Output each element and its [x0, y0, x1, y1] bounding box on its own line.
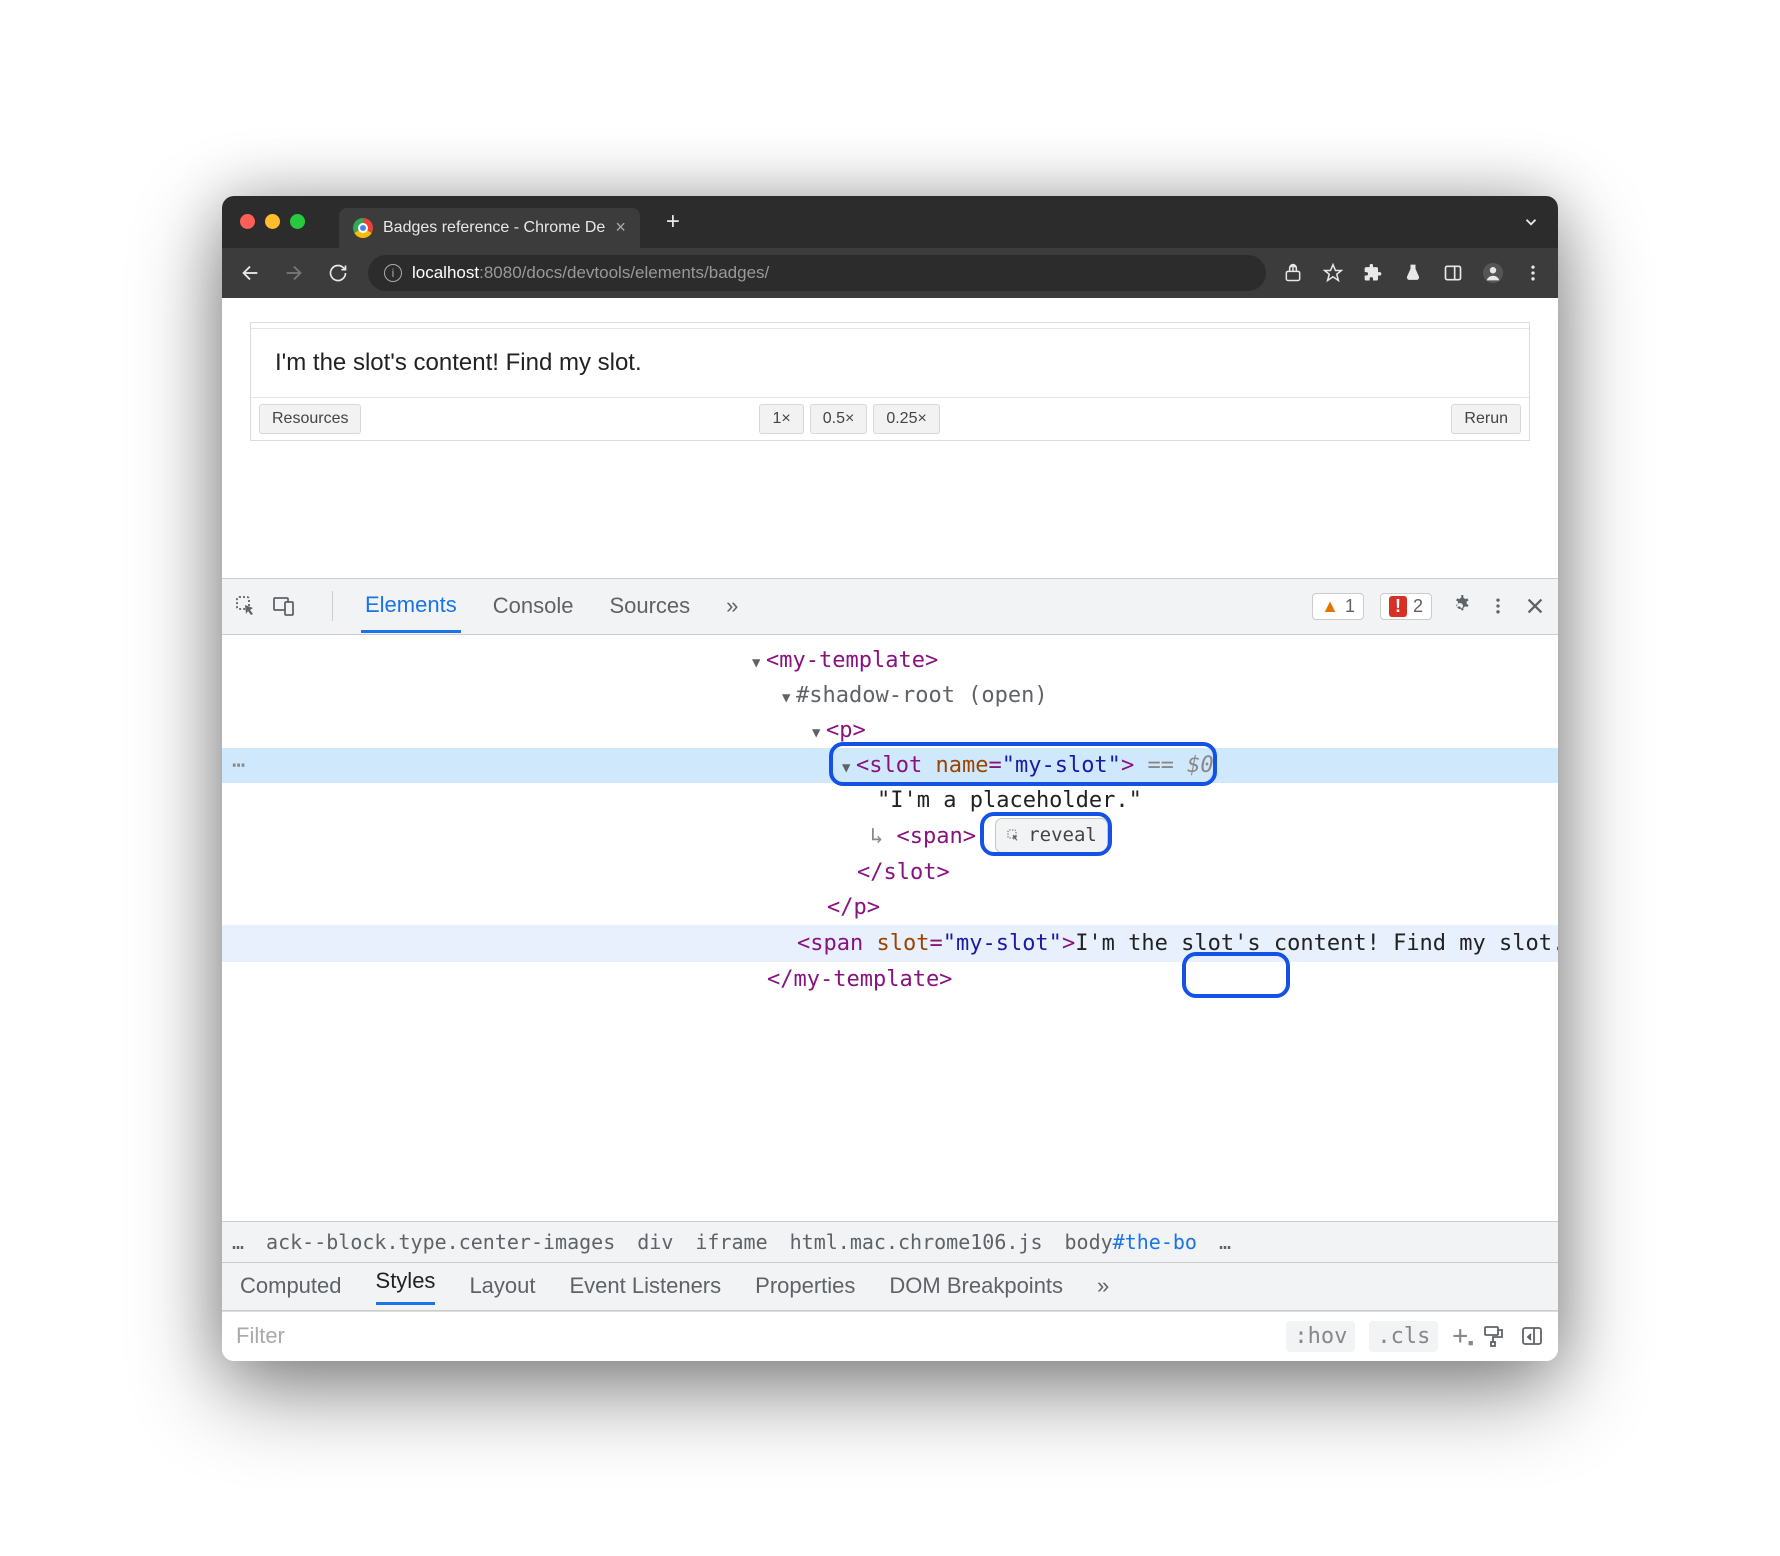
maximize-window-button[interactable] [290, 214, 305, 229]
share-icon[interactable] [1282, 262, 1304, 284]
tab-sources[interactable]: Sources [605, 581, 694, 631]
highlight-ring-reveal [980, 812, 1112, 856]
new-style-rule-button[interactable]: +▪ [1452, 1321, 1468, 1351]
separator [332, 591, 333, 621]
page-body-text: I'm the slot's content! Find my slot. [251, 329, 1529, 397]
url-path: /docs/devtools/elements/badges/ [522, 263, 770, 282]
styles-filter-input[interactable]: Filter [236, 1323, 1270, 1349]
browser-window: Badges reference - Chrome De × + i local… [222, 196, 1558, 1361]
resources-button[interactable]: Resources [259, 404, 361, 434]
url-host: localhost [412, 263, 479, 282]
more-options-icon[interactable] [1488, 596, 1508, 616]
page-viewport: I'm the slot's content! Find my slot. Re… [222, 298, 1558, 578]
bc-item-3[interactable]: iframe [695, 1230, 767, 1254]
tabs-menu-icon[interactable] [1522, 213, 1540, 231]
device-toggle-icon[interactable] [272, 594, 296, 618]
url-port: :8080 [479, 263, 522, 282]
styles-tabs: Computed Styles Layout Event Listeners P… [222, 1263, 1558, 1311]
hov-toggle[interactable]: :hov [1286, 1321, 1355, 1352]
tab-elements[interactable]: Elements [361, 580, 461, 633]
settings-icon[interactable] [1448, 594, 1472, 618]
tab-event-listeners[interactable]: Event Listeners [570, 1273, 722, 1299]
warnings-badge[interactable]: ▲1 [1312, 593, 1364, 620]
dom-my-template-open[interactable]: <my-template> [766, 648, 938, 673]
tab-styles[interactable]: Styles [376, 1268, 436, 1305]
paint-icon[interactable] [1482, 1324, 1506, 1348]
styles-filter-row: Filter :hov .cls +▪ [222, 1311, 1558, 1361]
close-devtools-icon[interactable] [1524, 595, 1546, 617]
dom-my-template-close[interactable]: </my-template> [767, 967, 952, 992]
zoom-05x[interactable]: 0.5× [810, 404, 868, 434]
chrome-icon [353, 218, 373, 238]
dom-breadcrumb[interactable]: … ack--block.type.center-images div ifra… [222, 1221, 1558, 1263]
new-tab-button[interactable]: + [666, 208, 680, 236]
bc-right-overflow[interactable]: … [1219, 1230, 1231, 1254]
zoom-1x[interactable]: 1× [759, 404, 803, 434]
rerun-button[interactable]: Rerun [1451, 404, 1521, 434]
cls-toggle[interactable]: .cls [1369, 1321, 1438, 1352]
tab-computed[interactable]: Computed [240, 1273, 342, 1299]
bc-item-4[interactable]: html.mac.chrome106.js [790, 1230, 1043, 1254]
collapsed-ancestors-icon[interactable]: ⋯ [232, 748, 245, 783]
zoom-025x[interactable]: 0.25× [873, 404, 939, 434]
bc-left-overflow[interactable]: … [232, 1230, 244, 1254]
dom-shadow-root[interactable]: #shadow-root (open) [796, 683, 1048, 708]
styles-tabs-overflow[interactable]: » [1097, 1273, 1109, 1299]
profile-icon[interactable] [1482, 262, 1504, 284]
tab-layout[interactable]: Layout [469, 1273, 535, 1299]
devtools-panel: Elements Console Sources » ▲1 !2 ▼<my-te… [222, 578, 1558, 1361]
bc-item-5: body#the-bo [1065, 1230, 1197, 1254]
dom-placeholder-text[interactable]: "I'm a placeholder." [877, 788, 1142, 813]
highlight-ring-slot-open [829, 742, 1217, 786]
tab-dom-breakpoints[interactable]: DOM Breakpoints [889, 1273, 1063, 1299]
forward-button[interactable] [280, 259, 308, 287]
dom-p-close[interactable]: </p> [827, 895, 880, 920]
extensions-icon[interactable] [1362, 262, 1384, 284]
toolbar-icons [1282, 262, 1544, 284]
minimize-window-button[interactable] [265, 214, 280, 229]
back-button[interactable] [236, 259, 264, 287]
panel-icon[interactable] [1442, 262, 1464, 284]
page-content: I'm the slot's content! Find my slot. Re… [250, 322, 1530, 441]
address-bar: i localhost:8080/docs/devtools/elements/… [222, 248, 1558, 298]
reload-button[interactable] [324, 259, 352, 287]
highlight-ring-slot-badge [1182, 952, 1290, 998]
tabs-overflow[interactable]: » [722, 581, 742, 631]
toggle-sidebar-icon[interactable] [1520, 1324, 1544, 1348]
menu-icon[interactable] [1522, 262, 1544, 284]
url-input[interactable]: i localhost:8080/docs/devtools/elements/… [368, 255, 1266, 291]
dom-p-open[interactable]: <p> [826, 718, 866, 743]
bookmark-icon[interactable] [1322, 262, 1344, 284]
close-tab-icon[interactable]: × [615, 217, 626, 238]
page-footer: Resources 1× 0.5× 0.25× Rerun [251, 397, 1529, 440]
close-window-button[interactable] [240, 214, 255, 229]
site-info-icon[interactable]: i [384, 264, 402, 282]
tab-title: Badges reference - Chrome De [383, 219, 605, 237]
tab-properties[interactable]: Properties [755, 1273, 855, 1299]
devtools-tabs: Elements Console Sources » ▲1 !2 [222, 579, 1558, 635]
labs-icon[interactable] [1402, 262, 1424, 284]
titlebar: Badges reference - Chrome De × + [222, 196, 1558, 248]
browser-tab[interactable]: Badges reference - Chrome De × [339, 208, 640, 248]
window-controls [240, 214, 305, 229]
dom-slot-close[interactable]: </slot> [857, 860, 950, 885]
inspect-element-icon[interactable] [234, 594, 258, 618]
dom-tree[interactable]: ▼<my-template> ▼#shadow-root (open) ▼<p>… [222, 635, 1558, 1221]
bc-item-1[interactable]: ack--block.type.center-images [266, 1230, 615, 1254]
bc-item-2[interactable]: div [637, 1230, 673, 1254]
errors-badge[interactable]: !2 [1380, 593, 1432, 620]
tab-console[interactable]: Console [489, 581, 578, 631]
